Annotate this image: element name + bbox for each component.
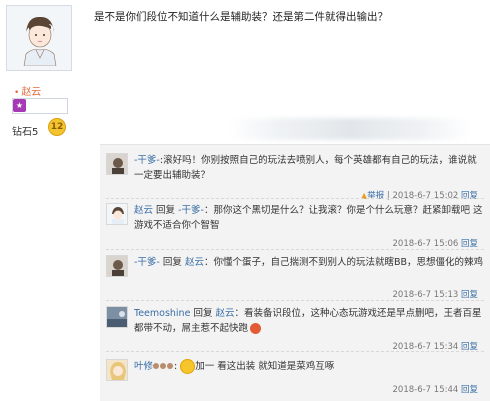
reply-target[interactable]: -干爹-	[178, 205, 204, 216]
reply-meta: 2018-6-7 15:13 回复	[393, 288, 479, 300]
report-link[interactable]: 举报	[367, 191, 384, 201]
reply-avatar[interactable]	[106, 203, 128, 225]
reply-button[interactable]: 回复	[461, 290, 478, 300]
post-question: 是不是你们段位不知道什么是辅助装？还是第二件就得出输出？	[94, 11, 388, 23]
avatar[interactable]	[6, 5, 72, 71]
reply-avatar[interactable]	[106, 359, 128, 381]
reply-avatar[interactable]	[106, 153, 128, 175]
profile-sidebar: • 赵云 ★ 钻石5 12	[0, 0, 82, 400]
reply-timestamp: 2018-6-7 15:13	[392, 290, 459, 300]
badge-icon: ★	[13, 99, 26, 112]
reply-user[interactable]: -干爹-	[134, 155, 160, 166]
divider	[106, 351, 484, 352]
level-dots-icon	[153, 359, 174, 374]
reply-timestamp: 2018-6-7 15:44	[392, 385, 459, 395]
reply-text: -干爹-:滚好吗！你别按照自己的玩法去喷别人，每个英雄都有自己的玩法，谁说就一定…	[134, 155, 477, 181]
reply-timestamp: 2018-6-7 15:06	[392, 239, 459, 249]
reply-meta: 2018-6-7 15:06 回复	[393, 237, 479, 249]
reply-user[interactable]: 叶修	[134, 361, 153, 372]
profile-username[interactable]: • 赵云	[14, 83, 41, 98]
reply-user[interactable]: Teemoshine	[134, 308, 190, 319]
reply-avatar[interactable]	[106, 306, 128, 328]
user-dot-icon: •	[14, 88, 20, 98]
divider	[106, 198, 484, 199]
reply-target[interactable]: 赵云	[185, 257, 204, 268]
avatar-illustration	[14, 12, 66, 66]
reply-button[interactable]: 回复	[461, 191, 478, 201]
reply-text: 叶修: 加一 看这出装 就知道是菜鸡互啄	[134, 359, 335, 374]
blurred-region	[230, 118, 470, 140]
reply-meta: 2018-6-7 15:44 回复	[393, 383, 479, 395]
reply-text: 赵云 回复 -干爹-：那你这个黑切是什么？让我滚？你是个什么玩意？赶紧卸载吧 这…	[134, 205, 483, 231]
divider	[106, 300, 484, 301]
badge-row[interactable]: ★	[12, 98, 68, 114]
smiley-emoji-icon	[180, 359, 196, 374]
reply-timestamp: 2018-6-7 15:02	[392, 191, 459, 201]
rank-level-badge: 12	[48, 118, 66, 136]
reply-meta: ▲举报 | 2018-6-7 15:02 回复	[361, 191, 478, 201]
reply-avatar[interactable]	[106, 255, 128, 277]
reply-text: -干爹- 回复 赵云：你懂个蛋子，自己揣测不到别人的玩法就瞎BB，思想僵化的辣鸡	[134, 257, 483, 268]
rank-label: 钻石5	[12, 127, 39, 138]
reply-button[interactable]: 回复	[461, 239, 478, 249]
reply-user[interactable]: -干爹-	[134, 257, 160, 268]
reply-user[interactable]: 赵云	[134, 205, 153, 216]
reply-button[interactable]: 回复	[461, 385, 478, 395]
reply-text: Teemoshine 回复 赵云：看装备识段位，这种心态玩游戏还是早点删吧，王者…	[134, 308, 482, 334]
reply-panel: -干爹-:滚好吗！你别按照自己的玩法去喷别人，每个英雄都有自己的玩法，谁说就一定…	[100, 144, 490, 401]
divider	[106, 249, 484, 250]
angry-emoji-icon	[250, 323, 262, 334]
reply-target[interactable]: 赵云	[216, 308, 235, 319]
